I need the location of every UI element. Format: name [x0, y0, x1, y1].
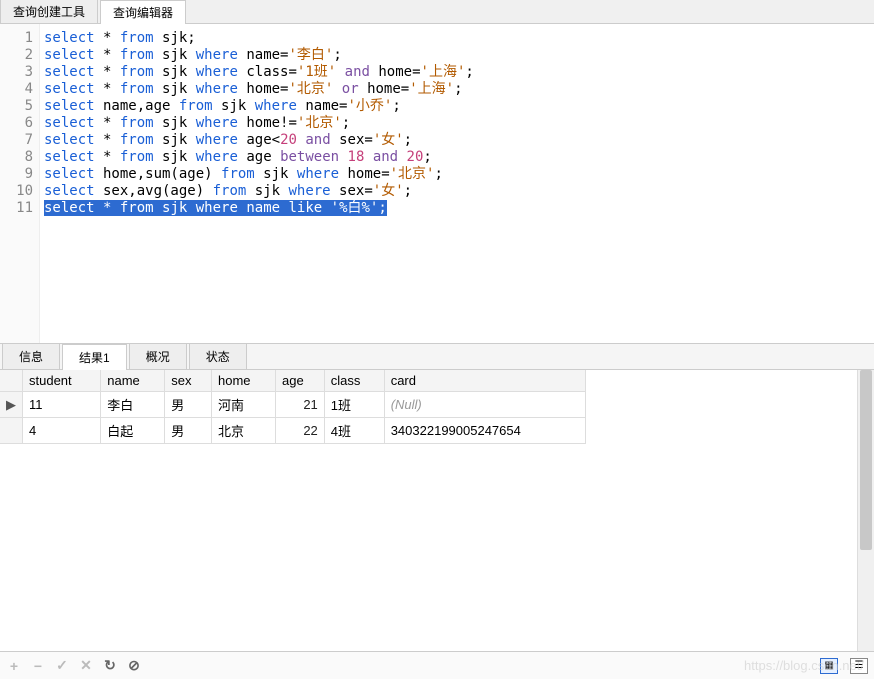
- cell[interactable]: 340322199005247654: [384, 418, 585, 444]
- refresh-button[interactable]: ↻: [102, 658, 118, 674]
- code-line[interactable]: select * from sjk where age between 18 a…: [44, 149, 870, 166]
- cell[interactable]: 11: [23, 392, 101, 418]
- result-area: studentnamesexhomeageclasscard ▶11李白男河南2…: [0, 370, 874, 651]
- tab-query-editor[interactable]: 查询编辑器: [100, 0, 186, 24]
- code-line[interactable]: select sex,avg(age) from sjk where sex='…: [44, 183, 870, 200]
- table-row[interactable]: ▶11李白男河南211班(Null): [0, 392, 586, 418]
- column-header[interactable]: student: [23, 370, 101, 392]
- code-line[interactable]: select home,sum(age) from sjk where home…: [44, 166, 870, 183]
- editor-code[interactable]: select * from sjk;select * from sjk wher…: [40, 24, 874, 343]
- cell[interactable]: 男: [165, 392, 212, 418]
- add-row-button[interactable]: +: [6, 658, 22, 674]
- cancel-button[interactable]: ✕: [78, 658, 94, 674]
- column-header[interactable]: home: [211, 370, 275, 392]
- column-header[interactable]: name: [101, 370, 165, 392]
- editor-gutter: 1234567891011: [0, 24, 40, 343]
- code-line[interactable]: select * from sjk where class='1班' and h…: [44, 64, 870, 81]
- cell[interactable]: 河南: [211, 392, 275, 418]
- form-view-icon[interactable]: ☰: [850, 658, 868, 674]
- grid-view-icon[interactable]: ▦: [820, 658, 838, 674]
- column-header[interactable]: age: [276, 370, 325, 392]
- cell[interactable]: 4: [23, 418, 101, 444]
- column-header[interactable]: card: [384, 370, 585, 392]
- apply-button[interactable]: ✓: [54, 658, 70, 674]
- tab-result1[interactable]: 结果1: [62, 344, 127, 370]
- footer-toolbar: + − ✓ ✕ ↻ ⊘ ▦ ☰: [0, 651, 874, 679]
- sql-editor[interactable]: 1234567891011 select * from sjk;select *…: [0, 24, 874, 344]
- tab-query-create[interactable]: 查询创建工具: [0, 0, 98, 23]
- cell[interactable]: 22: [276, 418, 325, 444]
- code-line[interactable]: select * from sjk where age<20 and sex='…: [44, 132, 870, 149]
- remove-row-button[interactable]: −: [30, 658, 46, 674]
- result-tabs: 信息 结果1 概况 状态: [0, 344, 874, 370]
- vertical-scrollbar[interactable]: [857, 370, 874, 651]
- cell[interactable]: 1班: [324, 392, 384, 418]
- table-row[interactable]: 4白起男北京224班340322199005247654: [0, 418, 586, 444]
- cell[interactable]: (Null): [384, 392, 585, 418]
- code-line[interactable]: select name,age from sjk where name='小乔'…: [44, 98, 870, 115]
- cell[interactable]: 白起: [101, 418, 165, 444]
- scrollbar-thumb[interactable]: [860, 370, 872, 550]
- column-header[interactable]: class: [324, 370, 384, 392]
- column-header[interactable]: sex: [165, 370, 212, 392]
- cell[interactable]: 北京: [211, 418, 275, 444]
- code-line[interactable]: select * from sjk where name like '%白%';: [44, 200, 870, 217]
- top-tabs: 查询创建工具 查询编辑器: [0, 0, 874, 24]
- cell[interactable]: 4班: [324, 418, 384, 444]
- code-line[interactable]: select * from sjk where name='李白';: [44, 47, 870, 64]
- cell[interactable]: 李白: [101, 392, 165, 418]
- code-line[interactable]: select * from sjk where home='北京' or hom…: [44, 81, 870, 98]
- cell[interactable]: 21: [276, 392, 325, 418]
- tab-info[interactable]: 信息: [2, 343, 60, 369]
- result-grid[interactable]: studentnamesexhomeageclasscard ▶11李白男河南2…: [0, 370, 857, 651]
- tab-status[interactable]: 状态: [189, 343, 247, 369]
- tab-profile[interactable]: 概况: [129, 343, 187, 369]
- code-line[interactable]: select * from sjk;: [44, 30, 870, 47]
- cell[interactable]: 男: [165, 418, 212, 444]
- stop-button[interactable]: ⊘: [126, 658, 142, 674]
- code-line[interactable]: select * from sjk where home!='北京';: [44, 115, 870, 132]
